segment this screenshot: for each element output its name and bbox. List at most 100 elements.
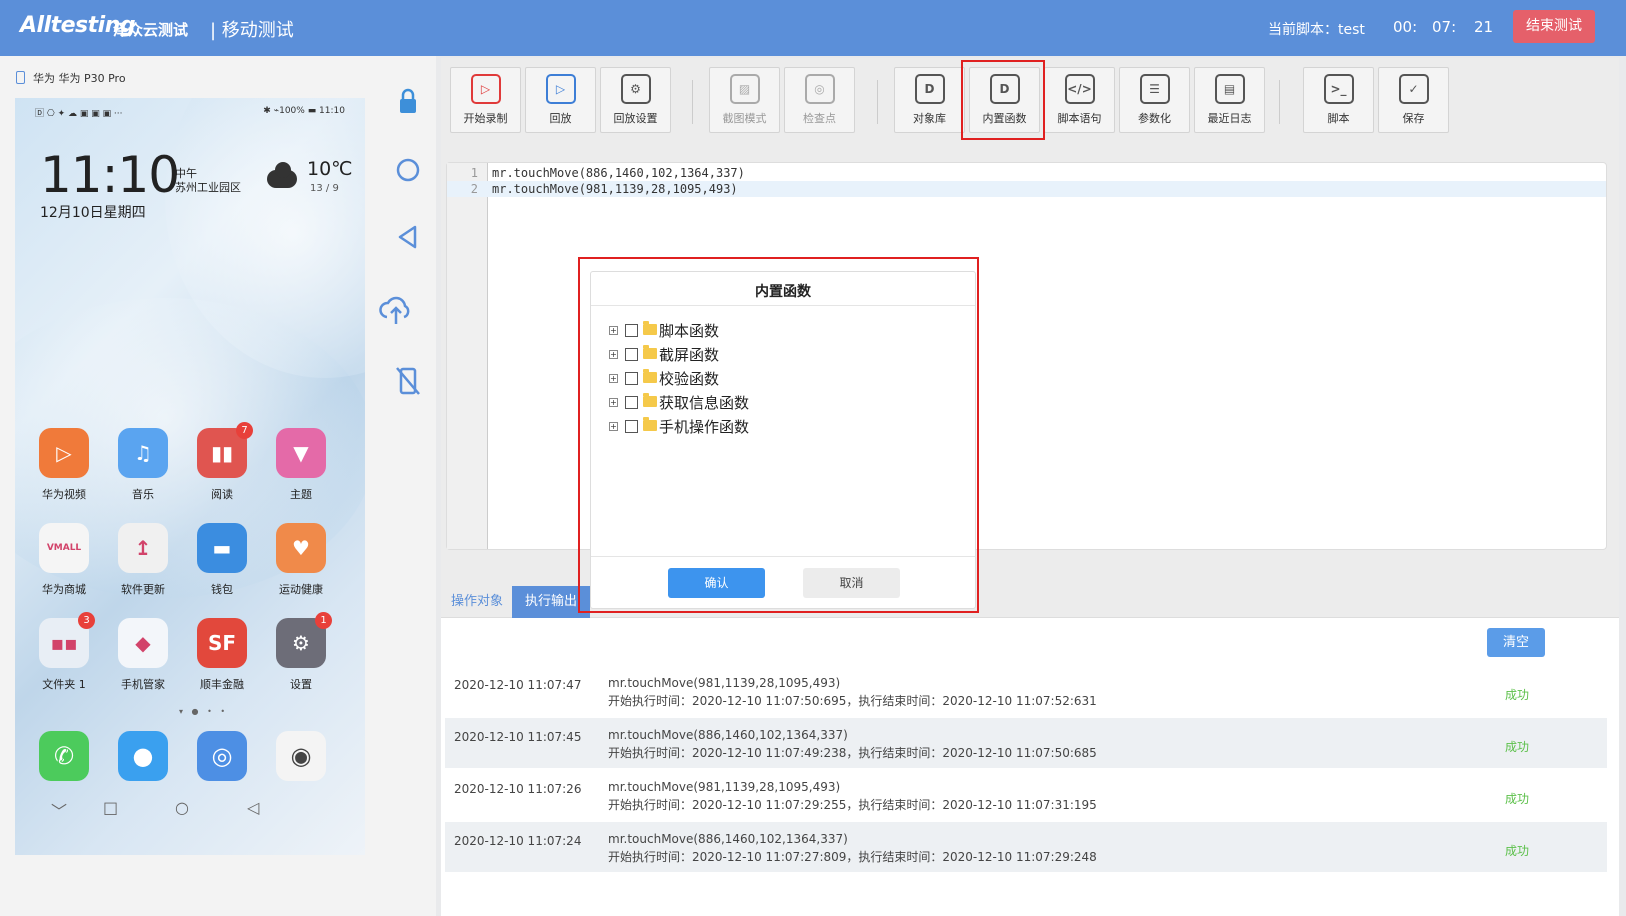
dock-glyph: ✆ bbox=[53, 742, 75, 770]
toolbar-label: 保存 bbox=[1402, 112, 1425, 125]
expand-icon[interactable]: + bbox=[609, 374, 618, 383]
app-icon-11[interactable]: ⚙ 1 设置 bbox=[266, 612, 336, 692]
cancel-button[interactable]: 取消 bbox=[803, 568, 900, 598]
expand-icon[interactable]: + bbox=[609, 350, 618, 359]
node-checkbox[interactable] bbox=[625, 372, 638, 385]
toolbar-button-11[interactable]: ✓ 保存 bbox=[1378, 67, 1449, 133]
app-glyph-icon: ▪▪ 3 bbox=[39, 612, 95, 668]
app-icon-4[interactable]: VMALL 华为商城 bbox=[29, 523, 99, 597]
messages-icon: ● bbox=[118, 731, 168, 781]
row-command: mr.touchMove(981,1139,28,1095,493) bbox=[608, 780, 841, 794]
toolbar-button-0[interactable]: ▷ 开始录制 bbox=[450, 67, 521, 133]
app-glyph-icon: VMALL bbox=[39, 523, 89, 573]
app-glyph: ▼ bbox=[293, 441, 309, 465]
app-icon-7[interactable]: ♥ 运动健康 bbox=[266, 523, 336, 597]
app-icon-5[interactable]: ↥ 软件更新 bbox=[108, 523, 178, 597]
end-test-button[interactable]: 结束测试 bbox=[1513, 10, 1595, 43]
app-icon-3[interactable]: ▼ 主题 bbox=[266, 428, 336, 502]
toolbar-button-7[interactable]: </> 脚本语句 bbox=[1044, 67, 1115, 133]
toolbar-icon: </> bbox=[1064, 74, 1095, 104]
confirm-button[interactable]: 确认 bbox=[668, 568, 765, 598]
cloud-icon bbox=[267, 162, 297, 188]
app-glyph: ▬ bbox=[212, 536, 232, 560]
node-checkbox[interactable] bbox=[625, 324, 638, 337]
date-label: 12月10日星期四 bbox=[40, 205, 146, 221]
device-panel: 华为 华为 P30 Pro 🄳 ⎔ ✦ ☁ ▣ ▣ ▣ ··· ✱ ⌁100% … bbox=[0, 56, 378, 916]
app-glyph-icon: ↥ bbox=[118, 523, 168, 573]
toolbar-icon: ▨ bbox=[729, 74, 760, 104]
app-glyph: ◆ bbox=[135, 631, 151, 655]
app-icon-1[interactable]: ♫ 音乐 bbox=[108, 428, 178, 502]
nav-recent-icon[interactable]: □ bbox=[103, 798, 118, 817]
row-status: 成功 bbox=[1505, 792, 1530, 806]
clear-button[interactable]: 清空 bbox=[1487, 628, 1545, 657]
expand-icon[interactable]: + bbox=[609, 398, 618, 407]
toolbar-label: 脚本 bbox=[1327, 112, 1350, 125]
nav-bar: ﹀ □ ○ ◁ bbox=[15, 798, 365, 828]
toolbar-button-1[interactable]: ▷ 回放 bbox=[525, 67, 596, 133]
messages-dock-icon[interactable]: ● bbox=[108, 731, 178, 781]
device-label: 华为 华为 P30 Pro bbox=[16, 70, 126, 86]
tab-operation-objects[interactable]: 操作对象 bbox=[446, 586, 508, 618]
nav-home-icon[interactable]: ○ bbox=[175, 798, 189, 817]
app-label: 软件更新 bbox=[121, 583, 165, 596]
node-checkbox[interactable] bbox=[625, 348, 638, 361]
toolbar-icon: ▷ bbox=[545, 74, 576, 104]
app-icon-2[interactable]: ▮▮ 7 阅读 bbox=[187, 422, 257, 502]
app-icon-8[interactable]: ▪▪ 3 文件夹 1 bbox=[29, 612, 99, 692]
toolbar-label: 参数化 bbox=[1138, 112, 1171, 125]
home-circle-icon[interactable] bbox=[393, 157, 423, 187]
app-label: 手机管家 bbox=[121, 678, 165, 691]
toolbar-button-8[interactable]: ☰ 参数化 bbox=[1119, 67, 1190, 133]
expand-icon[interactable]: + bbox=[609, 326, 618, 335]
app-label: 音乐 bbox=[132, 488, 154, 501]
phone-screen[interactable]: 🄳 ⎔ ✦ ☁ ▣ ▣ ▣ ··· ✱ ⌁100% ▬ 11:10 11:10 … bbox=[15, 98, 365, 855]
toolbar-label: 脚本语句 bbox=[1057, 112, 1102, 125]
browser-dock-icon[interactable]: ◎ bbox=[187, 731, 257, 781]
line-gutter bbox=[447, 163, 488, 549]
camera-dock-icon[interactable]: ◉ bbox=[266, 731, 336, 781]
nav-back-icon[interactable]: ◁ bbox=[247, 798, 259, 817]
toolbar-button-10[interactable]: >_ 脚本 bbox=[1303, 67, 1374, 133]
app-icon-0[interactable]: ▷ 华为视频 bbox=[29, 428, 99, 502]
app-icon-6[interactable]: ▬ 钱包 bbox=[187, 523, 257, 597]
node-checkbox[interactable] bbox=[625, 396, 638, 409]
toolbar-icon: ✓ bbox=[1398, 74, 1429, 104]
app-glyph-icon: ◆ bbox=[118, 618, 168, 668]
node-checkbox[interactable] bbox=[625, 420, 638, 433]
code-line[interactable]: 2 mr.touchMove(981,1139,28,1095,493) bbox=[447, 181, 1606, 197]
code-text: mr.touchMove(981,1139,28,1095,493) bbox=[492, 182, 738, 196]
row-detail: 开始执行时间：2020-12-10 11:07:29:255，执行结束时间：20… bbox=[608, 798, 1097, 812]
toolbar-button-5[interactable]: D 对象库 bbox=[894, 67, 965, 133]
row-detail: 开始执行时间：2020-12-10 11:07:27:809，执行结束时间：20… bbox=[608, 850, 1097, 864]
app-label: 主题 bbox=[290, 488, 312, 501]
status-bar-right: ✱ ⌁100% ▬ 11:10 bbox=[263, 106, 345, 116]
toolbar-icon: >_ bbox=[1323, 74, 1354, 104]
row-timestamp: 2020-12-10 11:07:45 bbox=[454, 730, 582, 744]
code-line[interactable]: 1 mr.touchMove(886,1460,102,1364,337) bbox=[447, 165, 1606, 181]
dialog-title: 内置函数 bbox=[591, 272, 975, 306]
row-timestamp: 2020-12-10 11:07:47 bbox=[454, 678, 582, 692]
nav-down-icon[interactable]: ﹀ bbox=[51, 798, 67, 822]
app-icon-10[interactable]: SF 顺丰金融 bbox=[187, 618, 257, 692]
phone-dock-icon[interactable]: ✆ bbox=[29, 731, 99, 781]
toolbar-icon: ⚙ bbox=[620, 74, 651, 104]
row-detail: 开始执行时间：2020-12-10 11:07:49:238，执行结束时间：20… bbox=[608, 746, 1097, 760]
back-icon[interactable] bbox=[393, 224, 423, 254]
app-icon-9[interactable]: ◆ 手机管家 bbox=[108, 618, 178, 692]
toolbar-button-9[interactable]: ▤ 最近日志 bbox=[1194, 67, 1265, 133]
toolbar-button-2[interactable]: ⚙ 回放设置 bbox=[600, 67, 671, 133]
builtin-functions-dialog: 内置函数 + 脚本函数 + 截屏函数 + 校验函数 + 获取信息函数 + 手机操作函数 确认 取消 bbox=[590, 271, 976, 609]
cloud-upload-icon[interactable] bbox=[378, 292, 414, 324]
app-glyph-icon: ⚙ 1 bbox=[276, 612, 332, 668]
expand-icon[interactable]: + bbox=[609, 422, 618, 431]
status-bar-left: 🄳 ⎔ ✦ ☁ ▣ ▣ ▣ ··· bbox=[35, 109, 123, 119]
toolbar-label: 开始录制 bbox=[463, 112, 508, 125]
temperature-range: 13 / 9 bbox=[310, 183, 339, 194]
toolbar-separator bbox=[692, 80, 693, 124]
lock-icon[interactable] bbox=[393, 88, 423, 118]
disconnect-device-icon[interactable] bbox=[393, 366, 423, 396]
phone-icon bbox=[16, 71, 25, 84]
row-command: mr.touchMove(886,1460,102,1364,337) bbox=[608, 728, 848, 742]
toolbar-button-4: ◎ 检查点 bbox=[784, 67, 855, 133]
